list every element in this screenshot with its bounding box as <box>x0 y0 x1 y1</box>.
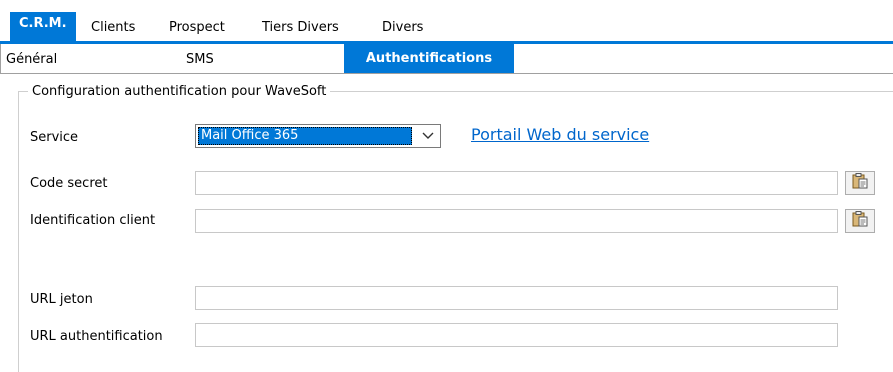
service-label: Service <box>30 130 79 145</box>
group-title: Configuration authentification pour Wave… <box>28 84 331 100</box>
code-secret-label: Code secret <box>30 176 108 191</box>
service-select[interactable]: Mail Office 365 <box>195 124 441 148</box>
identification-client-label: Identification client <box>30 213 156 228</box>
paste-clipboard-icon <box>851 210 869 232</box>
tab-divider <box>0 44 1 73</box>
url-jeton-field[interactable] <box>195 286 838 310</box>
service-selected-value: Mail Office 365 <box>198 127 412 145</box>
tab-general[interactable]: Général <box>6 44 126 73</box>
chevron-down-icon[interactable] <box>416 125 440 147</box>
tab-divers[interactable]: Divers <box>380 17 425 39</box>
service-portal-link[interactable]: Portail Web du service <box>471 125 649 145</box>
tab-sms[interactable]: SMS <box>186 44 286 73</box>
tab-clients[interactable]: Clients <box>89 17 137 39</box>
url-authentification-field[interactable] <box>195 323 838 347</box>
sub-tab-bar-underline <box>0 73 893 74</box>
tab-authentifications[interactable]: Authentifications <box>344 44 514 73</box>
identification-client-field[interactable] <box>195 209 838 233</box>
url-authentification-label: URL authentification <box>30 329 163 344</box>
tab-tiers-divers[interactable]: Tiers Divers <box>260 17 341 39</box>
tab-crm[interactable]: C.R.M. <box>10 12 76 42</box>
tab-prospect[interactable]: Prospect <box>167 17 227 39</box>
paste-code-secret-button[interactable] <box>845 171 875 195</box>
sub-tab-bar: Général SMS Authentifications <box>0 44 893 73</box>
code-secret-field[interactable] <box>195 171 838 195</box>
paste-clipboard-icon <box>851 172 869 194</box>
url-jeton-label: URL jeton <box>30 292 93 307</box>
paste-identification-client-button[interactable] <box>845 209 875 233</box>
main-tab-bar: C.R.M. Clients Prospect Tiers Divers Div… <box>0 0 893 44</box>
